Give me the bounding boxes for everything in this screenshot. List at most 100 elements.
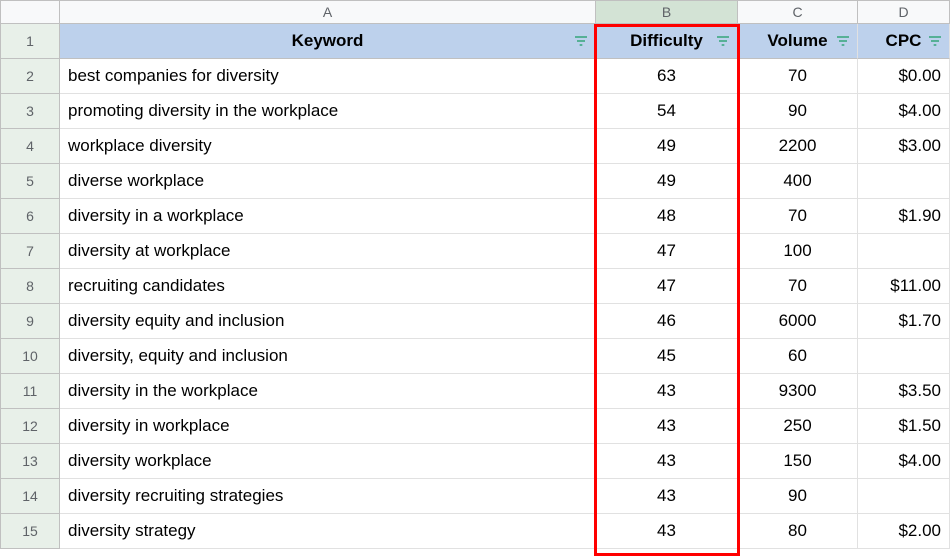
- row-header[interactable]: 11: [0, 374, 60, 409]
- cell-cpc[interactable]: $3.50: [858, 374, 950, 409]
- row-header[interactable]: 10: [0, 339, 60, 374]
- header-cell-cpc[interactable]: CPC: [858, 24, 950, 59]
- cell-volume[interactable]: 60: [738, 339, 858, 374]
- row-header[interactable]: 1: [0, 24, 60, 59]
- cell-keyword[interactable]: diversity, equity and inclusion: [60, 339, 596, 374]
- cell-volume[interactable]: 80: [738, 514, 858, 549]
- header-label: Volume: [767, 31, 827, 51]
- filter-icon[interactable]: [715, 33, 731, 49]
- table-row: 2best companies for diversity6370$0.00: [0, 59, 950, 94]
- row-header[interactable]: 14: [0, 479, 60, 514]
- cell-keyword[interactable]: diversity equity and inclusion: [60, 304, 596, 339]
- cell-keyword[interactable]: diversity in the workplace: [60, 374, 596, 409]
- header-label: Difficulty: [630, 31, 703, 51]
- table-row: 1 Keyword Difficulty Volume CPC: [0, 24, 950, 59]
- cell-cpc[interactable]: $0.00: [858, 59, 950, 94]
- header-label: Keyword: [292, 31, 364, 51]
- column-header-a[interactable]: A: [60, 0, 596, 24]
- cell-volume[interactable]: 70: [738, 269, 858, 304]
- header-label: CPC: [886, 31, 922, 51]
- cell-keyword[interactable]: diversity recruiting strategies: [60, 479, 596, 514]
- cell-volume[interactable]: 400: [738, 164, 858, 199]
- cell-difficulty[interactable]: 47: [596, 269, 738, 304]
- cell-volume[interactable]: 150: [738, 444, 858, 479]
- row-header[interactable]: 2: [0, 59, 60, 94]
- cell-keyword[interactable]: recruiting candidates: [60, 269, 596, 304]
- cell-cpc[interactable]: $11.00: [858, 269, 950, 304]
- cell-difficulty[interactable]: 43: [596, 444, 738, 479]
- cell-cpc[interactable]: [858, 234, 950, 269]
- cell-volume[interactable]: 70: [738, 59, 858, 94]
- cell-cpc[interactable]: $3.00: [858, 129, 950, 164]
- row-header[interactable]: 5: [0, 164, 60, 199]
- cell-cpc[interactable]: $4.00: [858, 444, 950, 479]
- row-header[interactable]: 4: [0, 129, 60, 164]
- table-row: 13diversity workplace43150$4.00: [0, 444, 950, 479]
- row-header[interactable]: 8: [0, 269, 60, 304]
- cell-cpc[interactable]: [858, 164, 950, 199]
- table-row: 7diversity at workplace47100: [0, 234, 950, 269]
- cell-volume[interactable]: 6000: [738, 304, 858, 339]
- filter-icon[interactable]: [927, 33, 943, 49]
- cell-difficulty[interactable]: 54: [596, 94, 738, 129]
- row-header[interactable]: 7: [0, 234, 60, 269]
- cell-volume[interactable]: 70: [738, 199, 858, 234]
- table-row: 9diversity equity and inclusion466000$1.…: [0, 304, 950, 339]
- header-cell-keyword[interactable]: Keyword: [60, 24, 596, 59]
- column-headers: A B C D: [0, 0, 950, 24]
- row-header[interactable]: 6: [0, 199, 60, 234]
- row-header[interactable]: 3: [0, 94, 60, 129]
- cell-difficulty[interactable]: 49: [596, 129, 738, 164]
- cell-volume[interactable]: 90: [738, 479, 858, 514]
- cell-keyword[interactable]: diversity in workplace: [60, 409, 596, 444]
- table-row: 11diversity in the workplace439300$3.50: [0, 374, 950, 409]
- cell-difficulty[interactable]: 46: [596, 304, 738, 339]
- cell-volume[interactable]: 90: [738, 94, 858, 129]
- row-header[interactable]: 13: [0, 444, 60, 479]
- table-row: 6diversity in a workplace4870$1.90: [0, 199, 950, 234]
- cell-keyword[interactable]: best companies for diversity: [60, 59, 596, 94]
- cell-difficulty[interactable]: 49: [596, 164, 738, 199]
- cell-volume[interactable]: 100: [738, 234, 858, 269]
- cell-keyword[interactable]: diversity at workplace: [60, 234, 596, 269]
- row-header[interactable]: 12: [0, 409, 60, 444]
- header-cell-difficulty[interactable]: Difficulty: [596, 24, 738, 59]
- row-header[interactable]: 9: [0, 304, 60, 339]
- cell-volume[interactable]: 250: [738, 409, 858, 444]
- filter-icon[interactable]: [573, 33, 589, 49]
- column-header-d[interactable]: D: [858, 0, 950, 24]
- cell-cpc[interactable]: $4.00: [858, 94, 950, 129]
- cell-keyword[interactable]: diversity strategy: [60, 514, 596, 549]
- cell-keyword[interactable]: promoting diversity in the workplace: [60, 94, 596, 129]
- cell-difficulty[interactable]: 43: [596, 374, 738, 409]
- cell-volume[interactable]: 2200: [738, 129, 858, 164]
- cell-volume[interactable]: 9300: [738, 374, 858, 409]
- cell-cpc[interactable]: $1.90: [858, 199, 950, 234]
- table-row: 14diversity recruiting strategies4390: [0, 479, 950, 514]
- select-all-corner[interactable]: [0, 0, 60, 24]
- cell-difficulty[interactable]: 47: [596, 234, 738, 269]
- cell-cpc[interactable]: $1.70: [858, 304, 950, 339]
- cell-cpc[interactable]: $2.00: [858, 514, 950, 549]
- cell-keyword[interactable]: diversity workplace: [60, 444, 596, 479]
- row-header[interactable]: 15: [0, 514, 60, 549]
- cell-keyword[interactable]: diversity in a workplace: [60, 199, 596, 234]
- table-row: 15diversity strategy4380$2.00: [0, 514, 950, 549]
- cell-cpc[interactable]: [858, 339, 950, 374]
- cell-difficulty[interactable]: 45: [596, 339, 738, 374]
- cell-difficulty[interactable]: 48: [596, 199, 738, 234]
- spreadsheet: A B C D 1 Keyword Difficulty Volume CPC …: [0, 0, 950, 549]
- header-cell-volume[interactable]: Volume: [738, 24, 858, 59]
- table-row: 12diversity in workplace43250$1.50: [0, 409, 950, 444]
- cell-difficulty[interactable]: 43: [596, 409, 738, 444]
- cell-difficulty[interactable]: 43: [596, 479, 738, 514]
- column-header-c[interactable]: C: [738, 0, 858, 24]
- cell-difficulty[interactable]: 43: [596, 514, 738, 549]
- cell-difficulty[interactable]: 63: [596, 59, 738, 94]
- filter-icon[interactable]: [835, 33, 851, 49]
- cell-cpc[interactable]: $1.50: [858, 409, 950, 444]
- cell-keyword[interactable]: workplace diversity: [60, 129, 596, 164]
- cell-cpc[interactable]: [858, 479, 950, 514]
- column-header-b[interactable]: B: [596, 0, 738, 24]
- cell-keyword[interactable]: diverse workplace: [60, 164, 596, 199]
